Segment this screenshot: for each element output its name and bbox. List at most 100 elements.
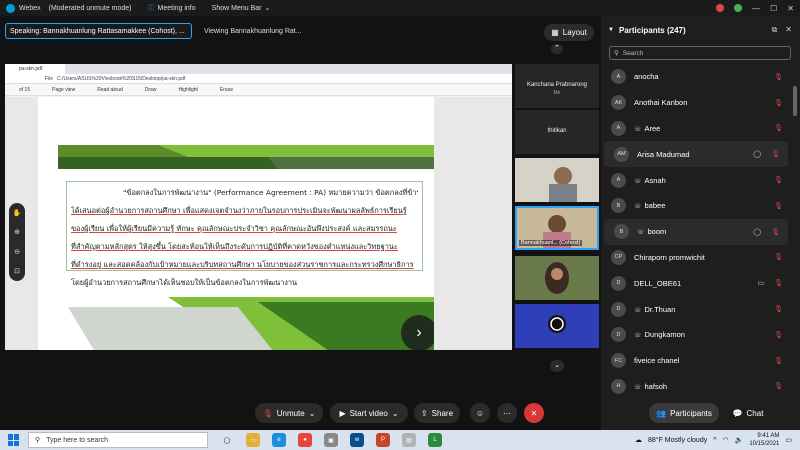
- mic-muted-icon: 🎙: [262, 408, 273, 418]
- participant-row[interactable]: FC fiveice chanel 🎙: [601, 348, 791, 374]
- tool-highlight[interactable]: Highlight: [178, 87, 197, 93]
- meeting-info-button[interactable]: ⓘ Meeting info: [148, 3, 196, 13]
- participant-row[interactable]: D ☏ Dr.Thuan 🎙: [601, 296, 791, 322]
- video-tile[interactable]: [515, 158, 599, 202]
- address-bar[interactable]: File C:/Users/ASUS%20Vivobook%20S15/Desk…: [5, 74, 512, 84]
- store-icon[interactable]: ▣: [324, 433, 338, 447]
- edge-icon[interactable]: e: [272, 433, 286, 447]
- search-icon: ⚲: [614, 50, 619, 57]
- tool-draw[interactable]: Draw: [145, 87, 157, 93]
- file-explorer-icon[interactable]: ▭: [246, 433, 260, 447]
- volume-icon[interactable]: 🔈: [735, 436, 744, 444]
- start-video-button[interactable]: ▶ Start video ⌄: [330, 403, 408, 423]
- video-tile[interactable]: [515, 304, 599, 348]
- participant-name: ☏ hafsoh: [634, 382, 791, 391]
- chrome-icon[interactable]: ●: [298, 433, 312, 447]
- video-tile[interactable]: thitikan: [515, 110, 599, 154]
- smiley-icon: ☺: [475, 408, 485, 418]
- phone-icon: ☏: [634, 178, 642, 185]
- notifications-icon[interactable]: ▭: [785, 436, 792, 444]
- webex-taskbar-icon[interactable]: w: [350, 433, 364, 447]
- pdf-toolbar: of 15 Page view Read aloud Draw Highligh…: [5, 84, 512, 96]
- tray-arrow-icon[interactable]: ^: [713, 437, 716, 444]
- clock-time: 9:41 AM: [757, 433, 780, 439]
- scroll-up-icon[interactable]: ⌃: [551, 44, 563, 54]
- minimize-icon[interactable]: —: [752, 4, 760, 13]
- app-icon[interactable]: ▤: [402, 433, 416, 447]
- participant-name: fiveice chanel: [634, 356, 791, 365]
- chat-bubble-icon[interactable]: ◯: [753, 150, 761, 158]
- wifi-icon[interactable]: ◠: [723, 436, 729, 444]
- next-slide-button[interactable]: ›: [401, 315, 434, 350]
- participant-row[interactable]: D DELL_OBE61 ▭ 🎙: [601, 270, 791, 296]
- line-icon[interactable]: L: [428, 433, 442, 447]
- participant-row[interactable]: Aanocha 🎙: [601, 64, 791, 90]
- video-strip: Kanchana Prabnarong Me thitikan Bannakhu…: [515, 64, 599, 354]
- tool-erase[interactable]: Erase: [220, 87, 233, 93]
- video-tile-active[interactable]: Bannakhuanl... (Cohost): [515, 206, 599, 250]
- participants-button[interactable]: 👥 Participants: [649, 403, 719, 423]
- close-icon[interactable]: ✕: [787, 4, 794, 13]
- chat-icon: 💬: [732, 408, 743, 418]
- panel-scrollbar[interactable]: [793, 86, 797, 116]
- participant-name-text: Anothai Kanbon: [634, 98, 688, 108]
- mic-muted-icon: 🎙: [774, 73, 783, 81]
- mic-muted-icon: 🎙: [774, 254, 783, 262]
- participant-row[interactable]: D ☏ Dungkamon 🎙: [601, 322, 791, 348]
- popout-icon[interactable]: ⧉: [772, 25, 778, 35]
- task-view-icon[interactable]: ◯: [220, 433, 234, 447]
- participant-row[interactable]: B ☏ babee 🎙: [601, 193, 791, 219]
- participant-row[interactable]: A ☏ Aree 🎙: [601, 116, 791, 142]
- zoom-out-icon[interactable]: ⊖: [14, 248, 20, 256]
- participant-video: [515, 304, 599, 348]
- tool-page-view[interactable]: Page view: [52, 87, 75, 93]
- mic-muted-icon: 🎙: [774, 383, 783, 391]
- viewing-label: Viewing Bannakhuanlung Rat...: [204, 27, 302, 35]
- meeting-mode: (Moderated unmute mode): [48, 4, 132, 12]
- close-icon: ✕: [530, 408, 538, 418]
- video-tile[interactable]: [515, 256, 599, 300]
- share-button[interactable]: ⇪ Share: [414, 403, 460, 423]
- show-menu-bar-button[interactable]: Show Menu Bar ⌄: [212, 4, 271, 13]
- taskbar-search-input[interactable]: ⚲ Type here to search: [28, 432, 208, 448]
- participant-row[interactable]: A ☏ Asnah 🎙: [601, 167, 791, 193]
- participant-row[interactable]: B ☏ boom ◯ 🎙: [604, 218, 788, 245]
- avatar: D: [611, 275, 626, 291]
- end-call-button[interactable]: ✕: [524, 403, 544, 423]
- fit-icon[interactable]: ⊡: [14, 267, 20, 275]
- tool-read-aloud[interactable]: Read aloud: [97, 87, 123, 93]
- participant-row[interactable]: AM Arisa Madumad ◯ 🎙: [604, 141, 788, 168]
- unmute-button[interactable]: 🎙 Unmute ⌄: [255, 403, 323, 423]
- participant-name-text: Aree: [644, 123, 661, 133]
- collapse-icon[interactable]: ▼: [608, 27, 614, 33]
- chat-button[interactable]: 💬 Chat: [727, 403, 769, 423]
- layout-button[interactable]: ▦ Layout: [544, 24, 594, 41]
- video-tile[interactable]: Kanchana Prabnarong Me: [515, 64, 599, 108]
- webex-window: Webex (Moderated unmute mode) ⓘ Meeting i…: [0, 0, 800, 430]
- scroll-down-icon[interactable]: ⌄: [550, 360, 564, 372]
- reactions-button[interactable]: ☺: [470, 403, 490, 423]
- close-panel-icon[interactable]: ✕: [785, 25, 792, 35]
- participant-row[interactable]: H ☏ hafsoh 🎙: [601, 374, 791, 400]
- participant-list: Aanocha 🎙 AK Anothai Kanbon 🎙 A ☏ Aree 🎙 AM Arisa …: [601, 64, 791, 399]
- powerpoint-icon[interactable]: P: [376, 433, 390, 447]
- participant-row[interactable]: AK Anothai Kanbon 🎙: [601, 90, 791, 116]
- chat-bubble-icon[interactable]: ◯: [753, 228, 761, 236]
- windows-start-icon[interactable]: [8, 434, 20, 446]
- participant-name-text: fiveice chanel: [634, 356, 680, 366]
- clock[interactable]: 9:41 AM 10/15/2021: [749, 432, 779, 448]
- more-icon: ⋯: [503, 408, 511, 418]
- security-icon: [734, 3, 743, 12]
- search-icon: ⚲: [35, 437, 41, 444]
- chat-label: Chat: [746, 408, 764, 418]
- participant-row[interactable]: CP Chiraporn promwichit 🎙: [601, 245, 791, 271]
- maximize-icon[interactable]: ☐: [770, 4, 777, 13]
- hand-icon[interactable]: ✋: [13, 209, 22, 217]
- more-options-button[interactable]: ⋯: [497, 403, 517, 423]
- phone-icon: ☏: [637, 230, 645, 237]
- mic-muted-icon: 🎙: [774, 280, 783, 288]
- browser-tab[interactable]: pa-skn.pdf: [5, 64, 65, 74]
- zoom-in-icon[interactable]: ⊕: [14, 228, 20, 236]
- participant-search-input[interactable]: ⚲ Search: [609, 46, 791, 60]
- system-tray: ☁ 88°F Mostly cloudy ^ ◠ 🔈 9:41 AM 10/15…: [635, 432, 792, 448]
